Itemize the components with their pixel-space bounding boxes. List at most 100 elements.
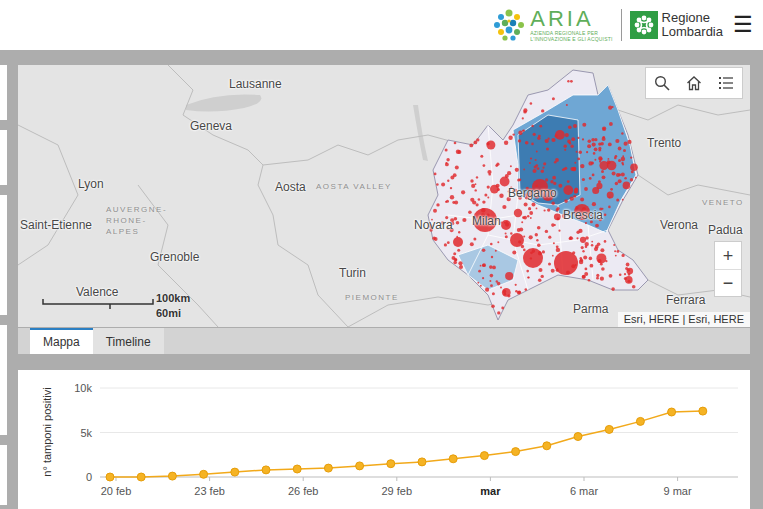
data-point[interactable] — [574, 433, 582, 441]
regione-name: Lombardia — [662, 25, 723, 39]
city-label: Novara — [414, 218, 453, 232]
data-point[interactable] — [293, 465, 301, 473]
aria-name: ARIA — [530, 8, 612, 30]
scale-km: 100km — [156, 292, 190, 304]
x-tick: 20 feb — [101, 485, 132, 497]
zoom-in-button[interactable]: + — [715, 242, 741, 269]
city-label: Aosta — [275, 180, 306, 194]
side-panels — [0, 50, 7, 509]
map-toolbar — [645, 67, 743, 99]
city-label: Turin — [339, 266, 366, 280]
app-header: ARIAAZIENDA REGIONALE PERL'INNOVAZIONE E… — [0, 0, 763, 50]
y-tick: 10k — [74, 382, 92, 394]
side-panel — [0, 325, 7, 435]
aria-wordmark: ARIAAZIENDA REGIONALE PERL'INNOVAZIONE E… — [530, 8, 612, 42]
case-bubble[interactable] — [554, 251, 578, 275]
gridline — [100, 388, 738, 389]
line-chart: n° tamponi positivi 10k 5k 0 20 feb 23 feb 26 … — [18, 370, 750, 509]
tab[interactable]: Timeline — [93, 328, 164, 354]
city-label: Trento — [647, 136, 681, 150]
menu-button[interactable]: ☰ — [731, 13, 755, 37]
x-tick: mar — [480, 485, 501, 497]
region-label: RHONE- — [106, 216, 147, 226]
data-point[interactable] — [356, 462, 364, 470]
tab[interactable]: Mappa — [30, 328, 93, 354]
region-label: AUVERGNE- — [106, 205, 167, 215]
case-bubble[interactable] — [510, 233, 524, 247]
data-point[interactable] — [480, 452, 488, 460]
legend-list-icon[interactable] — [710, 68, 742, 98]
x-tick: 9 mar — [664, 485, 692, 497]
side-panel — [0, 130, 7, 185]
x-tick: 26 feb — [288, 485, 319, 497]
side-panel — [0, 195, 7, 315]
city-label: Saint-Etienne — [20, 218, 92, 232]
city-label: Padua — [708, 223, 743, 237]
x-tick: 6 mar — [570, 485, 598, 497]
x-tick: 23 feb — [194, 485, 225, 497]
case-bubble[interactable] — [523, 248, 543, 268]
data-point[interactable] — [137, 473, 145, 481]
city-label: Valence — [76, 285, 118, 299]
city-label: Milan — [472, 214, 501, 228]
data-point[interactable] — [449, 455, 457, 463]
data-point[interactable] — [668, 408, 676, 416]
scale-mi: 60mi — [156, 307, 181, 319]
aria-dots-icon — [492, 8, 526, 42]
search-icon[interactable] — [646, 68, 678, 98]
chart-card: n° tamponi positivi 10k 5k 0 20 feb 23 feb 26 … — [18, 370, 750, 509]
data-point[interactable] — [387, 460, 395, 468]
series-line — [110, 411, 703, 477]
city-label: Brescia — [563, 208, 603, 222]
rosa-camuna-icon — [630, 11, 658, 39]
regione-logo[interactable]: RegioneLombardia — [630, 11, 723, 39]
city-label: Lausanne — [229, 77, 282, 91]
regione-name: Regione — [662, 11, 723, 25]
data-point[interactable] — [418, 458, 426, 466]
city-label: Verona — [660, 218, 698, 232]
data-point[interactable] — [324, 464, 332, 472]
y-tick: 0 — [86, 471, 92, 483]
aria-subtitle: L'INNOVAZIONE E GLI ACQUISTI — [530, 36, 612, 42]
aria-logo[interactable]: ARIAAZIENDA REGIONALE PERL'INNOVAZIONE E… — [492, 8, 612, 42]
city-label: Bergamo — [508, 186, 557, 200]
data-point[interactable] — [262, 466, 270, 474]
aria-subtitle: AZIENDA REGIONALE PER — [530, 30, 612, 36]
gridline — [100, 432, 738, 433]
case-bubble[interactable] — [453, 237, 463, 247]
zoom-out-button[interactable]: − — [715, 269, 741, 296]
case-dots — [429, 80, 638, 315]
city-label: Grenoble — [150, 250, 199, 264]
city-label: Geneva — [190, 119, 232, 133]
data-point[interactable] — [168, 472, 176, 480]
city-label: Ferrara — [666, 293, 705, 307]
city-label: Lyon — [78, 177, 104, 191]
home-icon[interactable] — [678, 68, 710, 98]
x-tick: 29 feb — [382, 485, 413, 497]
data-point[interactable] — [636, 417, 644, 425]
gridline — [100, 477, 738, 478]
y-axis-label: n° tamponi positivi — [41, 387, 53, 476]
logo-divider — [621, 9, 622, 41]
data-point[interactable] — [231, 468, 239, 476]
map[interactable]: Lausanne Geneva Lyon Aosta AOSTA VALLEY Saint… — [18, 65, 750, 327]
regione-wordmark: RegioneLombardia — [662, 11, 723, 39]
data-point[interactable] — [512, 448, 520, 456]
data-point[interactable] — [543, 442, 551, 450]
data-point[interactable] — [200, 470, 208, 478]
content: Lausanne Geneva Lyon Aosta AOSTA VALLEY Saint… — [18, 50, 750, 509]
data-point[interactable] — [106, 473, 114, 481]
region-label: ALPES — [106, 227, 139, 237]
side-panel — [0, 445, 7, 505]
city-label: Parma — [573, 302, 608, 316]
region-label: VENETO — [702, 198, 744, 208]
tab-bar: MappaTimeline — [18, 328, 750, 354]
data-point[interactable] — [699, 407, 707, 415]
region-label: PIEMONTE — [345, 293, 399, 303]
data-point[interactable] — [605, 425, 613, 433]
y-tick: 5k — [80, 427, 92, 439]
region-label: AOSTA VALLEY — [316, 182, 392, 192]
case-bubble[interactable] — [501, 220, 511, 230]
map-attribution: Esri, HERE | Esri, HERE — [618, 312, 750, 327]
basemap — [18, 65, 750, 327]
